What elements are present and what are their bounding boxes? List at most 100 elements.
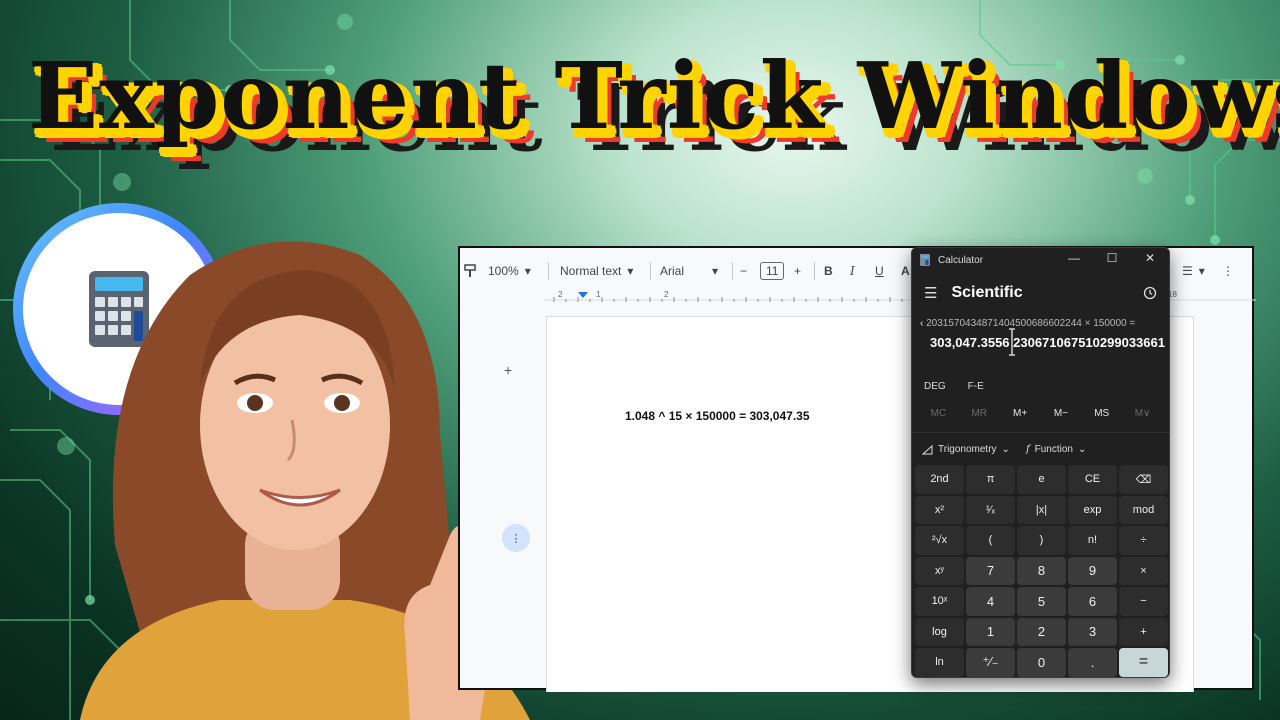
key-6[interactable]: 6 [1068,587,1117,616]
key-9[interactable]: 9 [1068,556,1117,585]
bold-button[interactable]: B [824,264,833,278]
key-backspace[interactable]: ⌫ [1119,465,1168,494]
document-text-line: 1.048 ^ 15 × 150000 = 303,047.35 [625,409,810,423]
key-reciprocal[interactable]: ¹⁄ₓ [966,495,1015,524]
svg-text:2: 2 [664,290,669,299]
fe-button[interactable]: F-E [968,381,984,392]
chevron-down-icon: ▾ [712,264,719,278]
key-1[interactable]: 1 [966,617,1015,646]
memory-list-button[interactable]: M∨ [1122,408,1163,419]
bold-icon: B [824,264,833,278]
key-2nd[interactable]: 2nd [915,465,964,494]
key-0[interactable]: 0 [1017,648,1066,677]
text-color-icon: A [901,264,910,278]
thumbnail-title: Exponent Trick Windows Exponent Trick Wi… [28,42,1280,172]
function-dropdown[interactable]: f Function ⌄ [1026,444,1086,455]
indent-marker-icon [578,292,588,298]
chevron-down-icon: ⌄ [1078,444,1087,455]
key-log[interactable]: log [915,617,964,646]
bulleted-list-button[interactable]: ☰ ▾ [1182,264,1205,278]
maximize-icon[interactable]: ☐ [1093,251,1131,265]
memory-add-button[interactable]: M+ [1000,408,1041,419]
title-text: Exponent Trick Windows [28,42,1280,150]
text-cursor-icon [1008,328,1016,356]
zoom-select[interactable]: 100% ▾ [488,264,531,278]
minus-icon: − [740,264,748,278]
key-power[interactable]: xʸ [915,556,964,585]
bulleted-list-icon: ☰ [1182,264,1193,278]
memory-row: MC MR M+ M− MS M∨ [918,408,1163,419]
underline-icon: U [875,264,884,278]
chevron-down-icon: ▾ [627,264,634,278]
key-subtract[interactable]: − [1119,587,1168,616]
key-ce[interactable]: CE [1068,465,1117,494]
underline-button[interactable]: U [875,264,884,278]
memory-subtract-button[interactable]: M− [1040,408,1081,419]
mode-title: Scientific [951,284,1023,301]
key-multiply[interactable]: × [1119,556,1168,585]
window-title: Calculator [938,254,984,266]
triangle-icon [922,444,933,454]
key-mod[interactable]: mod [1119,495,1168,524]
chevron-down-icon: ▾ [524,264,531,278]
calculator-window: Calculator — ☐ ✕ ☰ Scientific ‹ 20315704… [911,247,1170,678]
key-4[interactable]: 4 [966,587,1015,616]
close-icon[interactable]: ✕ [1131,251,1169,265]
key-divide[interactable]: ÷ [1119,526,1168,555]
svg-text:2: 2 [558,290,563,299]
key-e[interactable]: e [1017,465,1066,494]
zoom-value: 100% [488,264,519,278]
hamburger-menu-icon[interactable]: ☰ [924,284,937,302]
memory-recall-button[interactable]: MR [959,408,1000,419]
key-add[interactable]: + [1119,617,1168,646]
key-factorial[interactable]: n! [1068,526,1117,555]
style-select[interactable]: Normal text ▾ [560,264,633,278]
key-5[interactable]: 5 [1017,587,1066,616]
add-content-icon[interactable]: + [504,362,512,378]
key-ten-power[interactable]: 10ˣ [915,587,964,616]
chevron-down-icon: ⌄ [1001,444,1010,455]
font-select[interactable]: Arial ▾ [660,264,718,278]
font-size-decrease-button[interactable]: − [740,264,747,278]
key-pi[interactable]: π [966,465,1015,494]
chevron-left-icon[interactable]: ‹ [920,318,923,329]
function-icon: f [1025,444,1030,455]
memory-store-button[interactable]: MS [1081,408,1122,419]
key-exp[interactable]: exp [1068,495,1117,524]
key-8[interactable]: 8 [1017,556,1066,585]
calculator-icon [920,254,930,266]
result-display: 303,047.3556 230671067510299033661 [930,335,1165,350]
paint-format-icon[interactable] [464,264,476,278]
key-sqrt[interactable]: ²√x [915,526,964,555]
function-menu-row: Trigonometry ⌄ f Function ⌄ [912,432,1169,466]
key-negate[interactable]: ⁺⁄₋ [966,648,1015,677]
svg-text:1: 1 [596,290,601,299]
style-value: Normal text [560,264,622,278]
chevron-down-icon: ▾ [1198,264,1205,278]
key-7[interactable]: 7 [966,556,1015,585]
font-size-input[interactable]: 11 [760,262,785,280]
italic-button[interactable]: I [850,264,855,278]
key-decimal[interactable]: . [1068,648,1117,677]
key-abs[interactable]: |x| [1017,495,1066,524]
key-close-paren[interactable]: ) [1017,526,1066,555]
key-open-paren[interactable]: ( [966,526,1015,555]
plus-icon: + [794,264,802,278]
more-options-icon[interactable]: ⋮ [1222,264,1234,278]
key-square[interactable]: x² [915,495,964,524]
history-icon[interactable] [1143,286,1157,305]
memory-clear-button[interactable]: MC [918,408,959,419]
minimize-icon[interactable]: — [1055,251,1093,265]
text-color-button[interactable]: A [901,264,910,278]
font-size-increase-button[interactable]: + [794,264,801,278]
italic-icon: I [850,264,855,278]
expression-display: ‹ 2031570434871404500686602244 × 150000 … [920,318,1136,329]
key-ln[interactable]: ln [915,648,964,677]
key-2[interactable]: 2 [1017,617,1066,646]
angle-mode-button[interactable]: DEG [924,381,946,392]
drag-handle-icon[interactable]: ⋮ [502,524,530,552]
key-3[interactable]: 3 [1068,617,1117,646]
key-equals[interactable]: = [1119,648,1168,677]
mode-toggles: DEG F-E [924,381,984,392]
trigonometry-dropdown[interactable]: Trigonometry ⌄ [922,444,1010,455]
